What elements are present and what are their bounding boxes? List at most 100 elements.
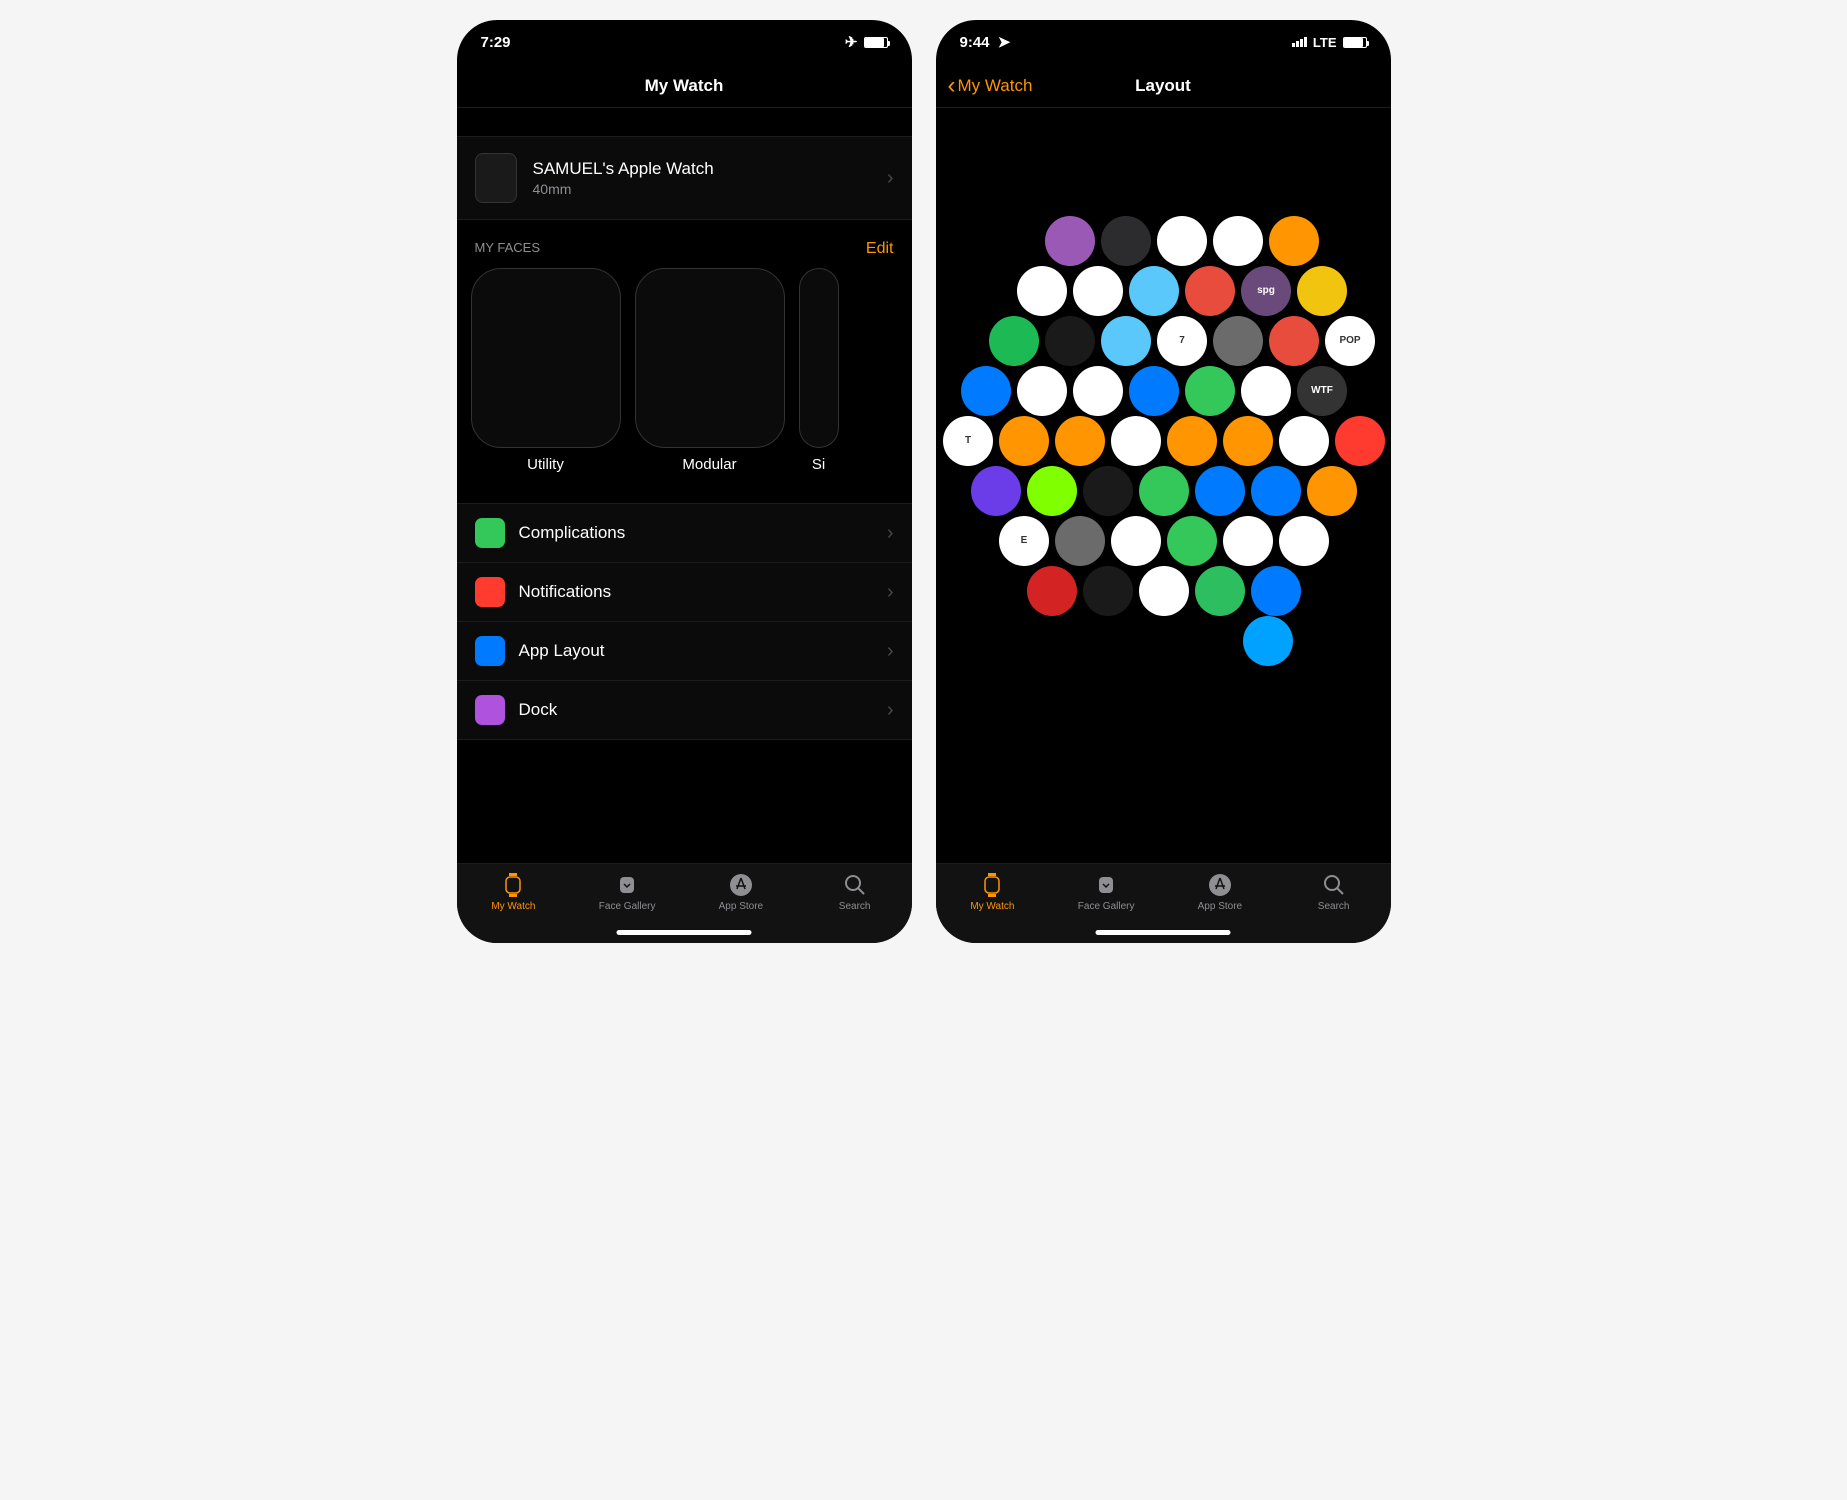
list-item-notifications[interactable]: Notifications › (457, 563, 912, 622)
app-stocks[interactable] (1083, 566, 1133, 616)
content: SAMUEL's Apple Watch 40mm › MY FACES Edi… (457, 108, 912, 863)
app-heart[interactable] (1101, 216, 1151, 266)
tab-app-store[interactable]: App Store (684, 872, 798, 912)
list-item-dock[interactable]: Dock › (457, 681, 912, 740)
search-icon (1321, 872, 1347, 898)
app-mail[interactable] (1129, 366, 1179, 416)
tab-face-gallery[interactable]: Face Gallery (570, 872, 684, 912)
tab-label: Search (839, 901, 871, 912)
app-mind[interactable] (1129, 266, 1179, 316)
app-music[interactable] (1073, 366, 1123, 416)
app-nytimes[interactable]: T (943, 416, 993, 466)
app-messages[interactable] (1139, 466, 1189, 516)
app-appstore[interactable] (1223, 516, 1273, 566)
status-bar: 9:44 ➤ LTE (936, 20, 1391, 64)
nav-header: My Watch (457, 64, 912, 108)
home-indicator[interactable] (1096, 930, 1231, 935)
app-files[interactable] (1251, 566, 1301, 616)
list-item-label: Notifications (519, 582, 873, 602)
watch-thumbnail (475, 153, 517, 203)
app-breathe-alt[interactable] (1157, 216, 1207, 266)
app-keynote[interactable] (1251, 466, 1301, 516)
app-play[interactable] (1195, 466, 1245, 516)
watch-row[interactable]: SAMUEL's Apple Watch 40mm › (457, 136, 912, 220)
app-yelp[interactable] (1027, 566, 1077, 616)
app-health[interactable] (1139, 566, 1189, 616)
app-evernote[interactable] (1195, 566, 1245, 616)
list-item-app-layout[interactable]: App Layout › (457, 622, 912, 681)
edit-button[interactable]: Edit (866, 240, 894, 258)
airplane-icon: ✈ (845, 33, 858, 51)
watch-name: SAMUEL's Apple Watch (533, 159, 871, 179)
faces-carousel[interactable]: Utility Modular Si (457, 268, 912, 483)
status-right: ✈ (845, 33, 888, 51)
tab-search[interactable]: Search (1277, 872, 1391, 912)
app-spg[interactable]: spg (1241, 266, 1291, 316)
battery-icon (1343, 37, 1367, 48)
app-ecg[interactable] (1017, 266, 1067, 316)
gallery-icon (614, 872, 640, 898)
home-indicator[interactable] (617, 930, 752, 935)
tab-label: My Watch (970, 901, 1014, 912)
chevron-right-icon: › (887, 581, 894, 604)
app-alarm[interactable] (999, 416, 1049, 466)
app-radio[interactable] (1167, 516, 1217, 566)
app-radio-app[interactable] (1335, 416, 1385, 466)
app-contacts[interactable] (1213, 316, 1263, 366)
app-home[interactable] (1213, 216, 1263, 266)
app-espn[interactable]: E (999, 516, 1049, 566)
face-partial[interactable]: Si (799, 268, 839, 473)
app-settings[interactable] (1055, 516, 1105, 566)
app-grid-app[interactable] (1279, 516, 1329, 566)
tab-face-gallery[interactable]: Face Gallery (1049, 872, 1163, 912)
app-photos[interactable] (1111, 516, 1161, 566)
right-screenshot: 9:44 ➤ LTE ‹ My Watch Layout spg7POPWTFT… (936, 20, 1391, 943)
app-stopwatch[interactable] (1167, 416, 1217, 466)
app-wtf[interactable]: WTF (1297, 366, 1347, 416)
app-spotify[interactable] (989, 316, 1039, 366)
app-layout-grid[interactable]: spg 7 POPWTF TE (936, 108, 1391, 863)
face-modular[interactable]: Modular (635, 268, 785, 473)
faces-section-header: MY FACES Edit (457, 220, 912, 268)
app-home2[interactable] (1243, 616, 1293, 666)
tab-my-watch[interactable]: My Watch (457, 872, 571, 912)
tab-my-watch[interactable]: My Watch (936, 872, 1050, 912)
app-camera[interactable] (1297, 266, 1347, 316)
app-todoist[interactable] (1185, 266, 1235, 316)
app-findmy[interactable] (1045, 316, 1095, 366)
app-calendar[interactable]: 7 (1157, 316, 1207, 366)
app-remote[interactable] (971, 466, 1021, 516)
app-things[interactable] (1269, 316, 1319, 366)
page-title: My Watch (645, 76, 724, 96)
list-item-complications[interactable]: Complications › (457, 504, 912, 563)
app-sun[interactable] (1307, 466, 1357, 516)
tab-search[interactable]: Search (798, 872, 912, 912)
app-podcasts[interactable] (1045, 216, 1095, 266)
app-pop[interactable]: POP (1325, 316, 1375, 366)
chevron-right-icon: › (887, 699, 894, 722)
app-news[interactable] (1279, 416, 1329, 466)
watch-info: SAMUEL's Apple Watch 40mm (533, 159, 871, 197)
app-breathe[interactable] (1073, 266, 1123, 316)
app-workout2[interactable] (1027, 466, 1077, 516)
app-world-clock[interactable] (1055, 416, 1105, 466)
app-timer[interactable] (1223, 416, 1273, 466)
app-authenticator[interactable] (961, 366, 1011, 416)
face-utility[interactable]: Utility (471, 268, 621, 473)
app-weather[interactable] (1101, 316, 1151, 366)
tab-label: Face Gallery (599, 901, 656, 912)
location-icon: ➤ (998, 34, 1011, 51)
app-clock[interactable] (1111, 416, 1161, 466)
tab-app-store[interactable]: App Store (1163, 872, 1277, 912)
tab-label: My Watch (491, 901, 535, 912)
status-right: LTE (1292, 35, 1367, 50)
list-item-icon (475, 577, 505, 607)
app-phone[interactable] (1185, 366, 1235, 416)
app-workout[interactable] (1269, 216, 1319, 266)
app-maps[interactable] (1017, 366, 1067, 416)
app-messenger[interactable] (1241, 366, 1291, 416)
app-activity[interactable] (1083, 466, 1133, 516)
back-button[interactable]: ‹ My Watch (948, 72, 1033, 100)
list-item-icon (475, 518, 505, 548)
status-bar: 7:29 ✈ (457, 20, 912, 64)
